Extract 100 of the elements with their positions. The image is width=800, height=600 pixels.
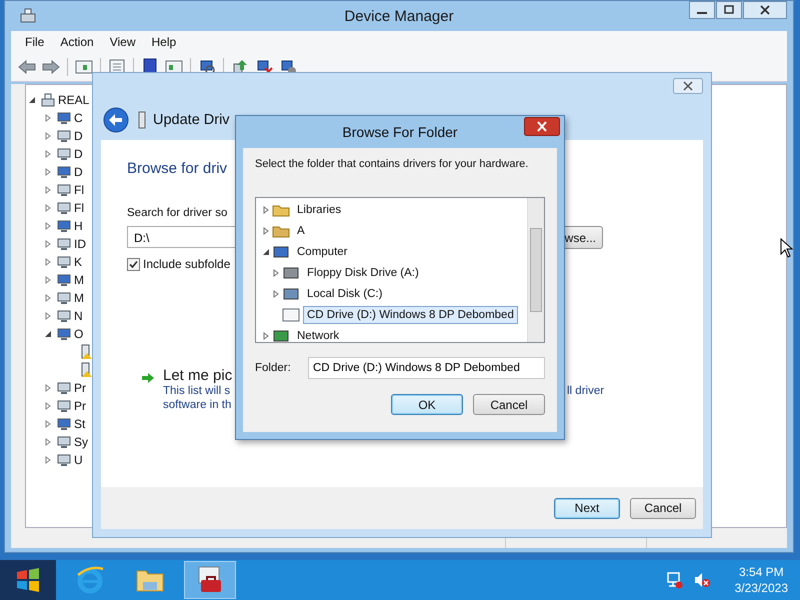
checkbox-label[interactable]: Include subfolde — [143, 257, 230, 271]
menu-item[interactable]: Action — [54, 33, 100, 51]
collapsed-arrow-icon[interactable] — [44, 132, 52, 140]
tree-item-label[interactable]: Pr — [74, 381, 86, 395]
collapsed-arrow-icon[interactable] — [262, 226, 270, 234]
arrow-icon — [141, 372, 155, 384]
wizard-heading: Browse for driv — [127, 160, 228, 177]
menu-item[interactable]: File — [19, 33, 50, 51]
collapsed-arrow-icon[interactable] — [44, 456, 52, 464]
tree-item-label[interactable]: ID — [74, 237, 86, 251]
tree-item-label[interactable]: St — [74, 417, 86, 431]
folder-tree-item[interactable]: Libraries — [293, 200, 346, 218]
folder-tree-item[interactable]: Network — [293, 326, 344, 344]
expanded-arrow-icon[interactable] — [44, 330, 52, 338]
collapsed-arrow-icon[interactable] — [44, 168, 52, 176]
device-icon — [56, 452, 72, 468]
expanded-arrow-icon[interactable] — [262, 248, 270, 256]
device-icon — [56, 272, 72, 288]
collapsed-arrow-icon[interactable] — [44, 186, 52, 194]
ok-button[interactable]: OK — [391, 394, 463, 415]
device-icon — [56, 254, 72, 270]
restore-icon[interactable] — [716, 1, 742, 19]
tree-item-label[interactable]: K — [74, 255, 82, 269]
device-icon — [56, 218, 72, 234]
close-icon[interactable] — [673, 78, 703, 94]
collapsed-arrow-icon[interactable] — [272, 268, 280, 276]
collapsed-arrow-icon[interactable] — [44, 402, 52, 410]
close-icon[interactable] — [743, 1, 787, 19]
clock[interactable]: 3:54 PM 3/23/2023 — [734, 564, 788, 596]
device-icon — [137, 111, 147, 129]
collapsed-arrow-icon[interactable] — [262, 332, 270, 340]
collapsed-arrow-icon[interactable] — [262, 206, 270, 214]
collapsed-arrow-icon[interactable] — [44, 294, 52, 302]
collapsed-arrow-icon[interactable] — [272, 290, 280, 298]
expanded-arrow-icon[interactable] — [28, 96, 36, 104]
tree-item-label[interactable]: REAL — [58, 93, 90, 107]
folder-tree-item[interactable]: A — [293, 222, 309, 240]
collapsed-arrow-icon[interactable] — [44, 438, 52, 446]
device-icon — [56, 380, 72, 396]
tree-item-label[interactable]: D — [74, 147, 83, 161]
tree-item-label[interactable]: D — [74, 129, 83, 143]
device-icon — [56, 182, 72, 198]
checkbox[interactable] — [127, 258, 140, 270]
collapsed-arrow-icon[interactable] — [44, 312, 52, 320]
device-icon — [56, 164, 72, 180]
option-link[interactable]: Let me pic — [163, 367, 232, 384]
collapsed-arrow-icon[interactable] — [44, 222, 52, 230]
collapsed-arrow-icon[interactable] — [44, 204, 52, 212]
menu-item[interactable]: View — [104, 33, 142, 51]
search-label: Search for driver so — [127, 207, 228, 219]
tree-item-label[interactable]: U — [74, 453, 83, 467]
option-description: ll driver — [567, 384, 604, 399]
folder-input-field[interactable]: CD Drive (D:) Windows 8 DP Debombed — [308, 357, 545, 379]
collapsed-arrow-icon[interactable] — [44, 258, 52, 266]
tree-item-label[interactable]: M — [74, 291, 84, 305]
collapsed-arrow-icon[interactable] — [44, 420, 52, 428]
start-button[interactable] — [0, 560, 56, 600]
menu-item[interactable]: Help — [146, 33, 182, 51]
window-title: Device Manager — [344, 8, 454, 25]
cancel-button[interactable]: Cancel — [473, 394, 545, 415]
tree-item-label[interactable]: M — [74, 273, 84, 287]
device-icon — [56, 416, 72, 432]
device-icon — [56, 326, 72, 342]
device-icon — [56, 200, 72, 216]
collapsed-arrow-icon[interactable] — [44, 240, 52, 248]
collapsed-arrow-icon[interactable] — [44, 384, 52, 392]
tree-item-label[interactable]: Sy — [74, 435, 88, 449]
tree-item-label[interactable]: C — [74, 111, 83, 125]
minimize-icon[interactable] — [689, 1, 715, 19]
device-icon — [56, 398, 72, 414]
tree-item-label[interactable]: H — [74, 219, 83, 233]
tree-item-label[interactable]: Pr — [74, 399, 86, 413]
folder-label: Folder: — [255, 362, 292, 374]
collapsed-arrow-icon[interactable] — [44, 150, 52, 158]
device-icon — [56, 110, 72, 126]
tree-item-label[interactable]: Fl — [74, 201, 84, 215]
collapsed-arrow-icon[interactable] — [44, 114, 52, 122]
folder-tree-item[interactable]: Floppy Disk Drive (A:) — [303, 264, 423, 282]
cancel-button[interactable]: Cancel — [630, 498, 696, 518]
tree-item-label[interactable]: Fl — [74, 183, 84, 197]
back-arrow-icon[interactable] — [17, 58, 37, 76]
folder-tree-item[interactable]: Local Disk (C:) — [303, 284, 386, 302]
tree-item-label[interactable]: N — [74, 309, 83, 323]
folder-tree-item[interactable]: CD Drive (D:) Windows 8 DP Debombed — [303, 306, 518, 324]
forward-arrow-icon[interactable] — [41, 58, 61, 76]
dialog-title: Browse For Folder — [342, 124, 458, 140]
device-icon — [56, 146, 72, 162]
device-icon — [56, 434, 72, 450]
scrollbar[interactable] — [527, 198, 544, 342]
close-icon[interactable] — [524, 117, 560, 136]
muted-speaker-icon[interactable] — [692, 571, 711, 589]
dialog-prompt: Select the folder that contains drivers for your hardware. — [255, 158, 530, 170]
tree-item-label[interactable]: O — [74, 327, 84, 341]
pane-icon[interactable] — [74, 58, 94, 76]
browser-icon — [75, 565, 105, 595]
collapsed-arrow-icon[interactable] — [44, 276, 52, 284]
next-button[interactable]: Next — [554, 498, 620, 518]
taskbar-button[interactable] — [184, 561, 236, 599]
tree-item-label[interactable]: D — [74, 165, 83, 179]
folder-tree-item[interactable]: Computer — [293, 242, 352, 260]
